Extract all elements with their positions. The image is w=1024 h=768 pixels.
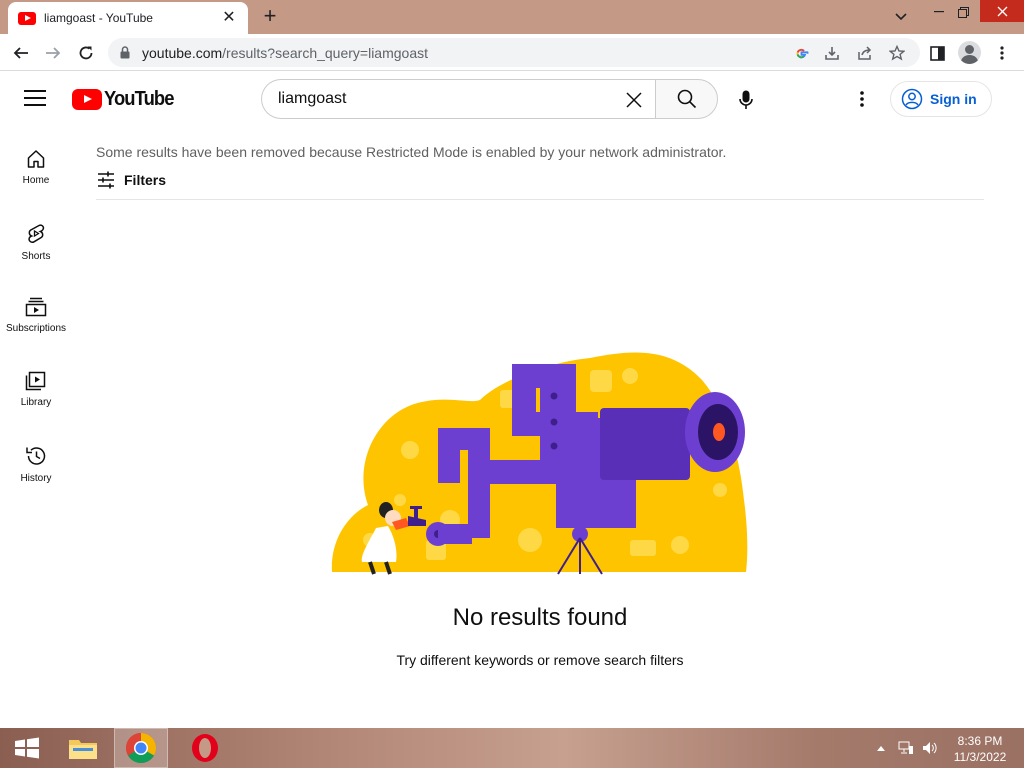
voice-search-icon[interactable] [729,83,763,117]
clock-date: 11/3/2022 [953,750,1007,764]
side-panel-icon[interactable] [926,42,948,64]
window-close-button[interactable] [980,0,1024,22]
home-icon [27,150,45,168]
filters-label: Filters [124,172,167,188]
volume-icon[interactable] [920,728,940,768]
no-results-subtitle: Try different keywords or remove search … [396,652,684,668]
history-icon [26,447,46,465]
tab-close-button[interactable]: ✕ [220,9,238,27]
guide-item-subscriptions[interactable]: Subscriptions [0,275,72,349]
youtube-logo[interactable]: YouTube [72,88,180,111]
start-button[interactable] [0,728,54,768]
chrome-taskbar-button[interactable] [114,728,168,768]
reload-button[interactable] [73,40,99,66]
google-translate-icon[interactable] [791,43,811,63]
guide-item-history[interactable]: History [0,423,72,497]
taskbar-clock[interactable]: 8:36 PM 11/3/2022 [940,733,1020,765]
youtube-play-logo-icon [72,89,102,110]
url-text: youtube.com/results?search_query=liamgoa… [142,45,429,61]
results-divider [96,199,984,200]
search-input[interactable]: liamgoast [261,79,656,119]
library-icon [25,371,46,391]
youtube-favicon-icon [18,11,36,25]
no-results-title: No results found [452,604,628,631]
guide-item-home[interactable]: Home [0,127,72,201]
filters-button[interactable]: Filters [96,170,166,190]
file-explorer-icon [69,740,97,759]
search-query-text[interactable]: liamgoast [278,90,346,108]
account-circle-icon [901,88,923,110]
profile-avatar-icon[interactable] [958,41,981,64]
guide-item-shorts[interactable]: Shorts [0,201,72,275]
guide-menu-icon[interactable] [24,90,46,108]
youtube-masthead: YouTube liamgoast Sign in [0,71,1024,127]
browser-tab-strip: liamgoast - YouTube ✕ + [0,0,1024,34]
network-icon[interactable] [896,728,916,768]
forward-button[interactable] [40,40,66,66]
windows-taskbar: 8:36 PM 11/3/2022 [0,728,1024,768]
bookmark-star-icon[interactable] [887,43,907,63]
address-bar[interactable]: youtube.com/results?search_query=liamgoa… [108,38,920,67]
clock-time: 8:36 PM [957,734,1003,748]
tab-search-chevron-icon[interactable] [884,5,918,29]
install-app-icon[interactable] [822,43,842,63]
share-icon[interactable] [855,43,875,63]
tab-title: liamgoast - YouTube [44,11,153,25]
new-tab-button[interactable]: + [258,5,282,29]
windows-logo-icon [15,737,39,759]
clear-search-icon[interactable] [620,86,648,114]
subscriptions-icon [25,297,47,317]
show-hidden-icons-icon[interactable] [874,728,888,768]
search-icon [677,89,696,109]
guide-item-library[interactable]: Library [0,349,72,423]
opera-icon [192,734,218,762]
browser-toolbar: youtube.com/results?search_query=liamgoa… [0,34,1024,71]
no-results-illustration [330,340,750,576]
restricted-mode-notice: Some results have been removed because R… [96,144,727,160]
back-button[interactable] [8,40,34,66]
search-button[interactable] [655,79,718,119]
filter-sliders-icon [98,171,114,189]
sign-in-label: Sign in [930,91,977,107]
browser-menu-icon[interactable] [991,42,1013,64]
browser-tab-active[interactable]: liamgoast - YouTube ✕ [8,2,248,34]
chrome-icon [125,733,157,764]
lock-icon[interactable] [120,46,130,59]
opera-taskbar-button[interactable] [178,728,232,768]
youtube-wordmark: YouTube [104,88,174,110]
window-restore-button[interactable] [946,0,980,24]
shorts-icon [28,224,45,243]
file-explorer-taskbar-button[interactable] [56,728,110,768]
sign-in-button[interactable]: Sign in [890,81,992,117]
settings-menu-icon[interactable] [850,87,874,111]
